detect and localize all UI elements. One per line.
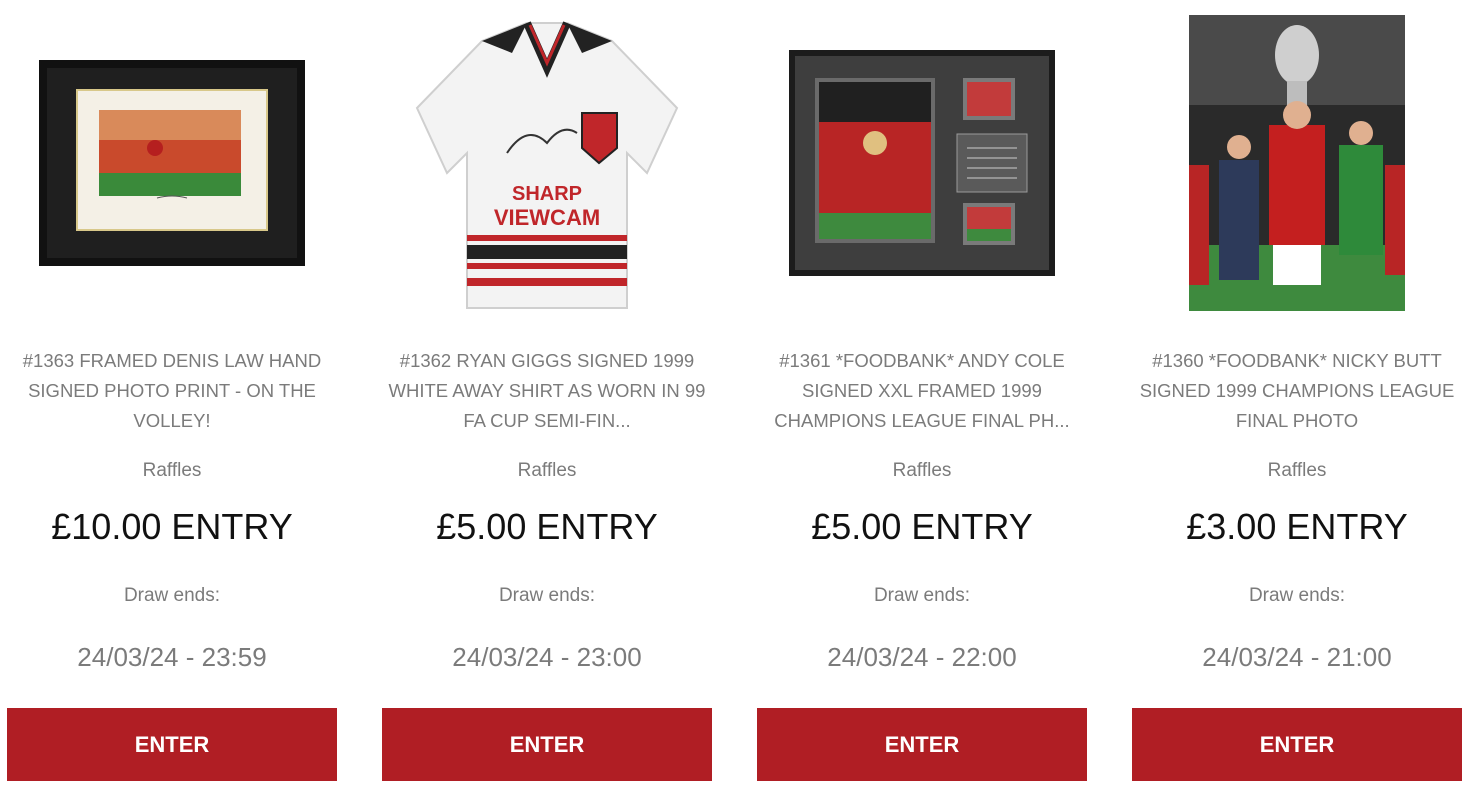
product-title[interactable]: #1360 *FOODBANK* NICKY BUTT SIGNED 1999 … [1132,346,1462,436]
product-image-photo[interactable] [1132,10,1462,315]
draw-ends-label: Draw ends: [1248,585,1346,606]
product-price: £10.00 ENTRY [51,506,293,547]
product-image-framed-montage[interactable] [757,10,1087,315]
enter-button[interactable]: ENTER [7,708,337,781]
product-category: Raffles [892,460,952,481]
product-title[interactable]: #1363 FRAMED DENIS LAW HAND SIGNED PHOTO… [7,346,337,436]
draw-ends-label: Draw ends: [498,585,596,606]
product-card: #1361 *FOODBANK* ANDY COLE SIGNED XXL FR… [757,0,1087,785]
product-title[interactable]: #1361 *FOODBANK* ANDY COLE SIGNED XXL FR… [757,346,1087,436]
draw-ends-label: Draw ends: [123,585,221,606]
product-price: £5.00 ENTRY [811,506,1033,547]
enter-button[interactable]: ENTER [1132,708,1462,781]
product-price: £3.00 ENTRY [1186,506,1408,547]
draw-ends-label: Draw ends: [873,585,971,606]
product-card: #1360 *FOODBANK* NICKY BUTT SIGNED 1999 … [1132,0,1462,785]
draw-date: 24/03/24 - 21:00 [1202,642,1392,672]
draw-date: 24/03/24 - 22:00 [827,642,1017,672]
enter-button[interactable]: ENTER [382,708,712,781]
enter-button[interactable]: ENTER [757,708,1087,781]
draw-date: 24/03/24 - 23:00 [452,642,642,672]
product-category: Raffles [1267,460,1327,481]
shirt-sponsor-text: SHARP [512,183,582,205]
product-image-framed-photo[interactable] [7,10,337,315]
draw-date: 24/03/24 - 23:59 [77,642,267,672]
product-card: SHARP VIEWCAM #1362 RYAN GIGGS SIGNED 19… [382,0,712,785]
product-category: Raffles [517,460,577,481]
product-image-shirt[interactable]: SHARP VIEWCAM [382,10,712,315]
product-category: Raffles [142,460,202,481]
product-price: £5.00 ENTRY [436,506,658,547]
product-title[interactable]: #1362 RYAN GIGGS SIGNED 1999 WHITE AWAY … [382,346,712,436]
shirt-sponsor-text: VIEWCAM [494,205,600,230]
product-card: #1363 FRAMED DENIS LAW HAND SIGNED PHOTO… [7,0,337,785]
